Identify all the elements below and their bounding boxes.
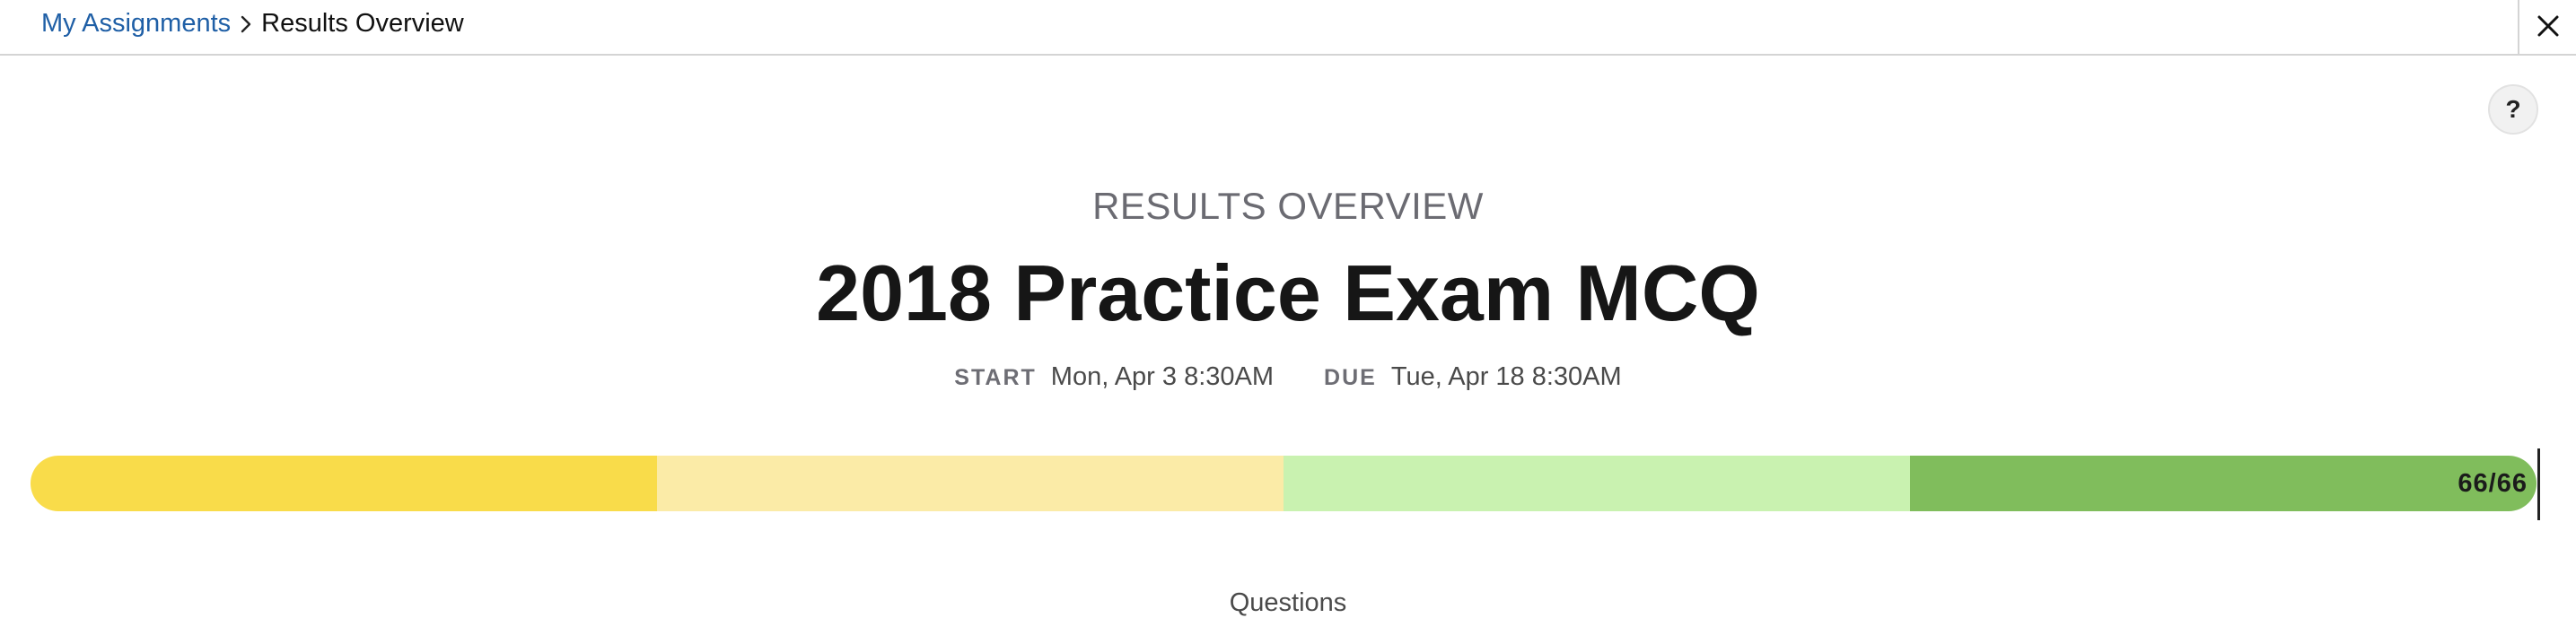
top-bar: My Assignments Results Overview <box>0 0 2576 56</box>
close-icon <box>2537 14 2560 42</box>
close-button[interactable] <box>2518 0 2576 56</box>
due-date: DUE Tue, Apr 18 8:30AM <box>1324 362 1622 392</box>
breadcrumb-my-assignments-link[interactable]: My Assignments <box>41 9 231 39</box>
assignment-dates: START Mon, Apr 3 8:30AM DUE Tue, Apr 18 … <box>0 362 2576 392</box>
start-date: START Mon, Apr 3 8:30AM <box>954 362 1274 392</box>
chevron-right-icon <box>231 5 261 41</box>
progress-end-marker <box>2537 448 2540 520</box>
progress-bar: 66/66 <box>31 456 2537 511</box>
progress-segment-4 <box>1910 456 2537 511</box>
progress-segment-2 <box>657 456 1284 511</box>
progress-segment-3 <box>1284 456 1910 511</box>
start-date-value: Mon, Apr 3 8:30AM <box>1050 362 1275 391</box>
start-date-key: START <box>954 365 1037 390</box>
questions-section-label: Questions <box>1229 588 1347 617</box>
help-icon: ? <box>2505 95 2521 123</box>
due-date-key: DUE <box>1324 365 1377 390</box>
breadcrumb: My Assignments Results Overview <box>41 5 464 41</box>
results-overview-page: My Assignments Results Overview ? RESULT… <box>0 0 2576 644</box>
due-date-value: Tue, Apr 18 8:30AM <box>1390 362 1622 391</box>
breadcrumb-current: Results Overview <box>261 8 464 38</box>
help-button[interactable]: ? <box>2488 84 2538 135</box>
progress-count: 66/66 <box>2458 468 2528 498</box>
overview-label: RESULTS OVERVIEW <box>1092 185 1484 227</box>
page-title: 2018 Practice Exam MCQ <box>816 248 1760 337</box>
progress-segment-1 <box>31 456 657 511</box>
